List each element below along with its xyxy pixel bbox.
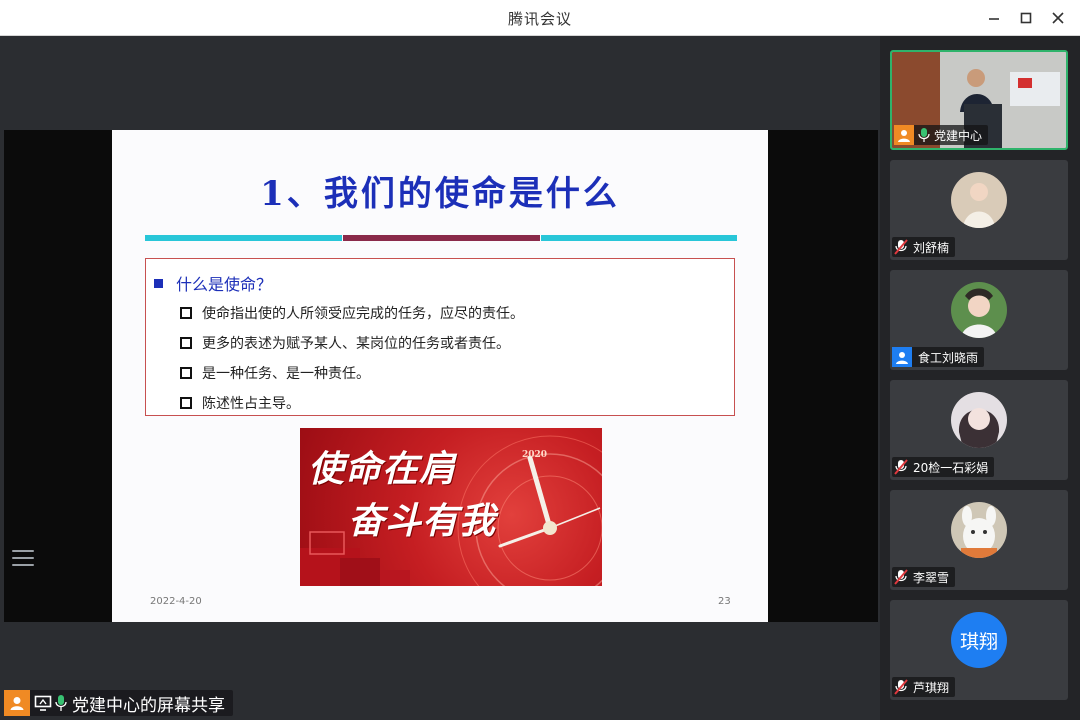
participant-name: 李翠雪 — [913, 570, 950, 585]
slide-title: 1、我们的使命是什么 — [260, 174, 620, 214]
hollow-square-bullet-icon — [180, 307, 192, 319]
mission-poster-image: 使命在肩 奋斗有我 2020 — [300, 428, 602, 586]
microphone-icon — [55, 695, 67, 711]
participant-name: 食工刘晓雨 — [918, 350, 979, 365]
participant-tile[interactable]: 党建中心 — [890, 50, 1068, 150]
sub-bullet: 更多的表述为赋予某人、某岗位的任务或者责任。 — [180, 333, 510, 353]
toolbar-handle[interactable] — [12, 550, 34, 571]
participant-name-tag: 20检一石彩娟 — [892, 457, 995, 477]
microphone-muted-icon — [894, 459, 908, 475]
screen-share-stage[interactable]: 1、我们的使命是什么 什么是使命？ 使命指出使的人所领受应完成的任务，应尽的责任… — [0, 36, 880, 720]
decorative-bar — [145, 235, 342, 241]
slide-page-number: 23 — [718, 596, 731, 607]
minimize-icon — [989, 18, 999, 20]
participant-name-tag: 芦琪翔 — [892, 677, 956, 697]
microphone-muted-icon — [894, 679, 908, 695]
participant-name: 芦琪翔 — [913, 680, 950, 695]
maximize-icon — [1020, 12, 1032, 24]
participant-panel: 党建中心 刘舒楠 食工刘晓雨 20检一石彩娟 李翠雪 琪翔 芦琪翔 — [880, 36, 1080, 720]
sub-bullet: 是一种任务、是一种责任。 — [180, 363, 370, 383]
participant-avatar — [951, 282, 1007, 338]
screen-share-label: 党建中心的屏幕共享 — [4, 690, 233, 716]
main-bullet-text: 什么是使命？ — [176, 275, 273, 294]
participant-name-tag: 食工刘晓雨 — [892, 347, 985, 367]
sub-bullet-text: 使命指出使的人所领受应完成的任务，应尽的责任。 — [202, 306, 524, 322]
slide-footer-date: 2022-4-20 — [150, 596, 202, 607]
participant-name-tag: 李翠雪 — [892, 567, 956, 587]
main-bullet: 什么是使命？ — [154, 271, 272, 295]
participant-name: 党建中心 — [934, 128, 983, 143]
poster-line-1: 使命在肩 — [308, 448, 457, 490]
hollow-square-bullet-icon — [180, 337, 192, 349]
microphone-muted-icon — [894, 239, 908, 255]
microphone-muted-icon — [894, 569, 908, 585]
hollow-square-bullet-icon — [180, 367, 192, 379]
screen-share-label-text: 党建中心的屏幕共享 — [72, 695, 225, 716]
sub-bullet-text: 陈述性占主导。 — [202, 396, 300, 412]
sub-bullet-text: 是一种任务、是一种责任。 — [202, 366, 370, 382]
close-button[interactable] — [1046, 6, 1070, 30]
user-avatar-icon — [4, 690, 30, 716]
poster-calligraphy: 使命在肩 奋斗有我 2020 — [300, 428, 602, 586]
participant-letter-avatar: 琪翔 — [951, 612, 1007, 668]
app-title: 腾讯会议 — [507, 10, 572, 28]
participant-tile[interactable]: 20检一石彩娟 — [890, 380, 1068, 480]
bullet-box: 什么是使命？ 使命指出使的人所领受应完成的任务，应尽的责任。 更多的表述为赋予某… — [145, 258, 735, 416]
participant-tile[interactable]: 刘舒楠 — [890, 160, 1068, 260]
participant-name: 刘舒楠 — [913, 240, 950, 255]
user-avatar-icon — [892, 347, 912, 367]
sub-bullet: 陈述性占主导。 — [180, 393, 300, 413]
sub-bullet-text: 更多的表述为赋予某人、某岗位的任务或者责任。 — [202, 336, 510, 352]
close-icon — [1052, 12, 1064, 24]
participant-avatar — [951, 392, 1007, 448]
maximize-button[interactable] — [1014, 6, 1038, 30]
participant-tile[interactable]: 食工刘晓雨 — [890, 270, 1068, 370]
filled-square-bullet-icon — [154, 278, 163, 288]
title-bar: 腾讯会议 — [0, 0, 1080, 36]
poster-line-2: 奋斗有我 — [348, 500, 497, 542]
participant-name-tag: 党建中心 — [894, 125, 989, 145]
poster-year: 2020 — [522, 450, 548, 460]
decorative-bar — [343, 235, 540, 241]
microphone-icon — [918, 128, 930, 142]
decorative-bar — [541, 235, 737, 241]
screen-share-icon — [34, 695, 52, 711]
participant-tile[interactable]: 琪翔 芦琪翔 — [890, 600, 1068, 700]
hollow-square-bullet-icon — [180, 397, 192, 409]
user-avatar-icon — [894, 125, 914, 145]
minimize-button[interactable] — [982, 6, 1006, 30]
participant-avatar — [951, 502, 1007, 558]
participant-name-tag: 刘舒楠 — [892, 237, 956, 257]
participant-name: 20检一石彩娟 — [913, 460, 989, 475]
participant-avatar — [951, 172, 1007, 228]
presentation-slide: 1、我们的使命是什么 什么是使命？ 使命指出使的人所领受应完成的任务，应尽的责任… — [112, 130, 768, 622]
sub-bullet: 使命指出使的人所领受应完成的任务，应尽的责任。 — [180, 303, 524, 323]
participant-tile[interactable]: 李翠雪 — [890, 490, 1068, 590]
